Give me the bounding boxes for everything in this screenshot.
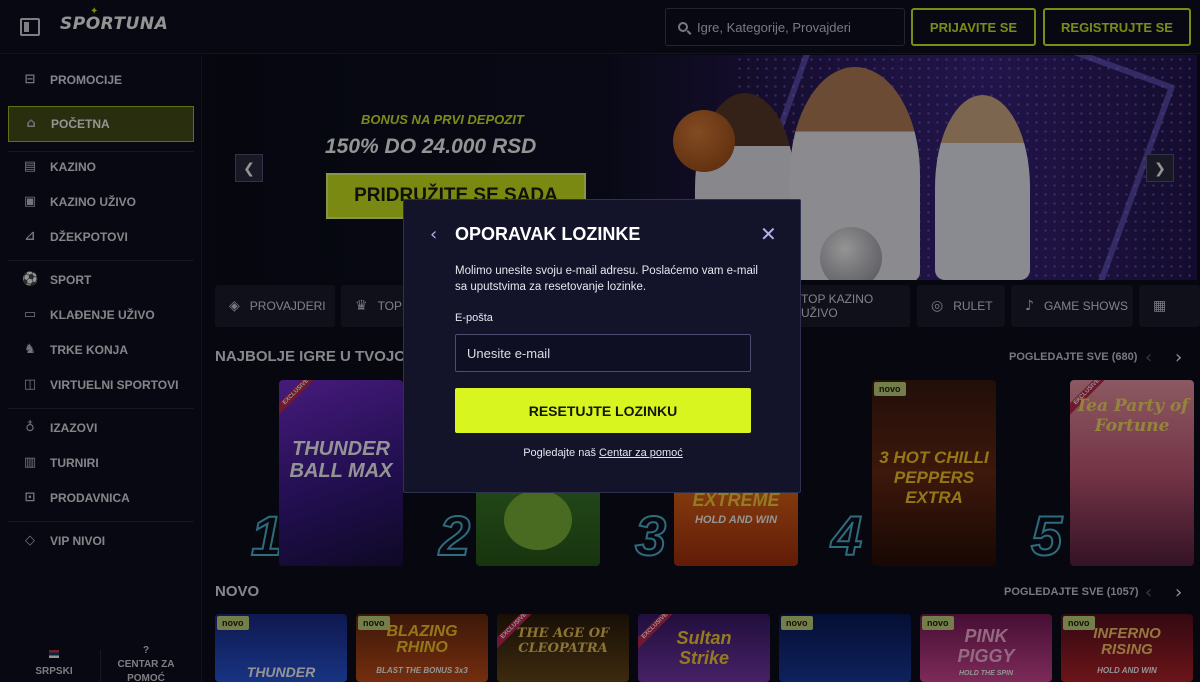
app-root: ✦SPORTUNA PRIJAVITE SE REGISTRUJTE SE ⊟P… xyxy=(0,0,1200,682)
email-label: E-pošta xyxy=(455,312,493,324)
help-prefix: Pogledajte naš xyxy=(523,447,596,459)
password-recovery-modal: ‹ OPORAVAK LOZINKE ✕ Molimo unesite svoj… xyxy=(403,199,801,493)
modal-title: OPORAVAK LOZINKE xyxy=(455,224,641,244)
help-text: Pogledajte naš Centar za pomoć xyxy=(404,447,802,459)
close-icon[interactable]: ✕ xyxy=(760,222,777,246)
email-field[interactable] xyxy=(455,334,751,372)
back-chevron-icon[interactable]: ‹ xyxy=(430,224,437,245)
reset-password-button[interactable]: RESETUJTE LOZINKU xyxy=(455,388,751,433)
modal-description: Molimo unesite svoju e-mail adresu. Posl… xyxy=(455,265,758,293)
help-center-link[interactable]: Centar za pomoć xyxy=(599,447,683,459)
